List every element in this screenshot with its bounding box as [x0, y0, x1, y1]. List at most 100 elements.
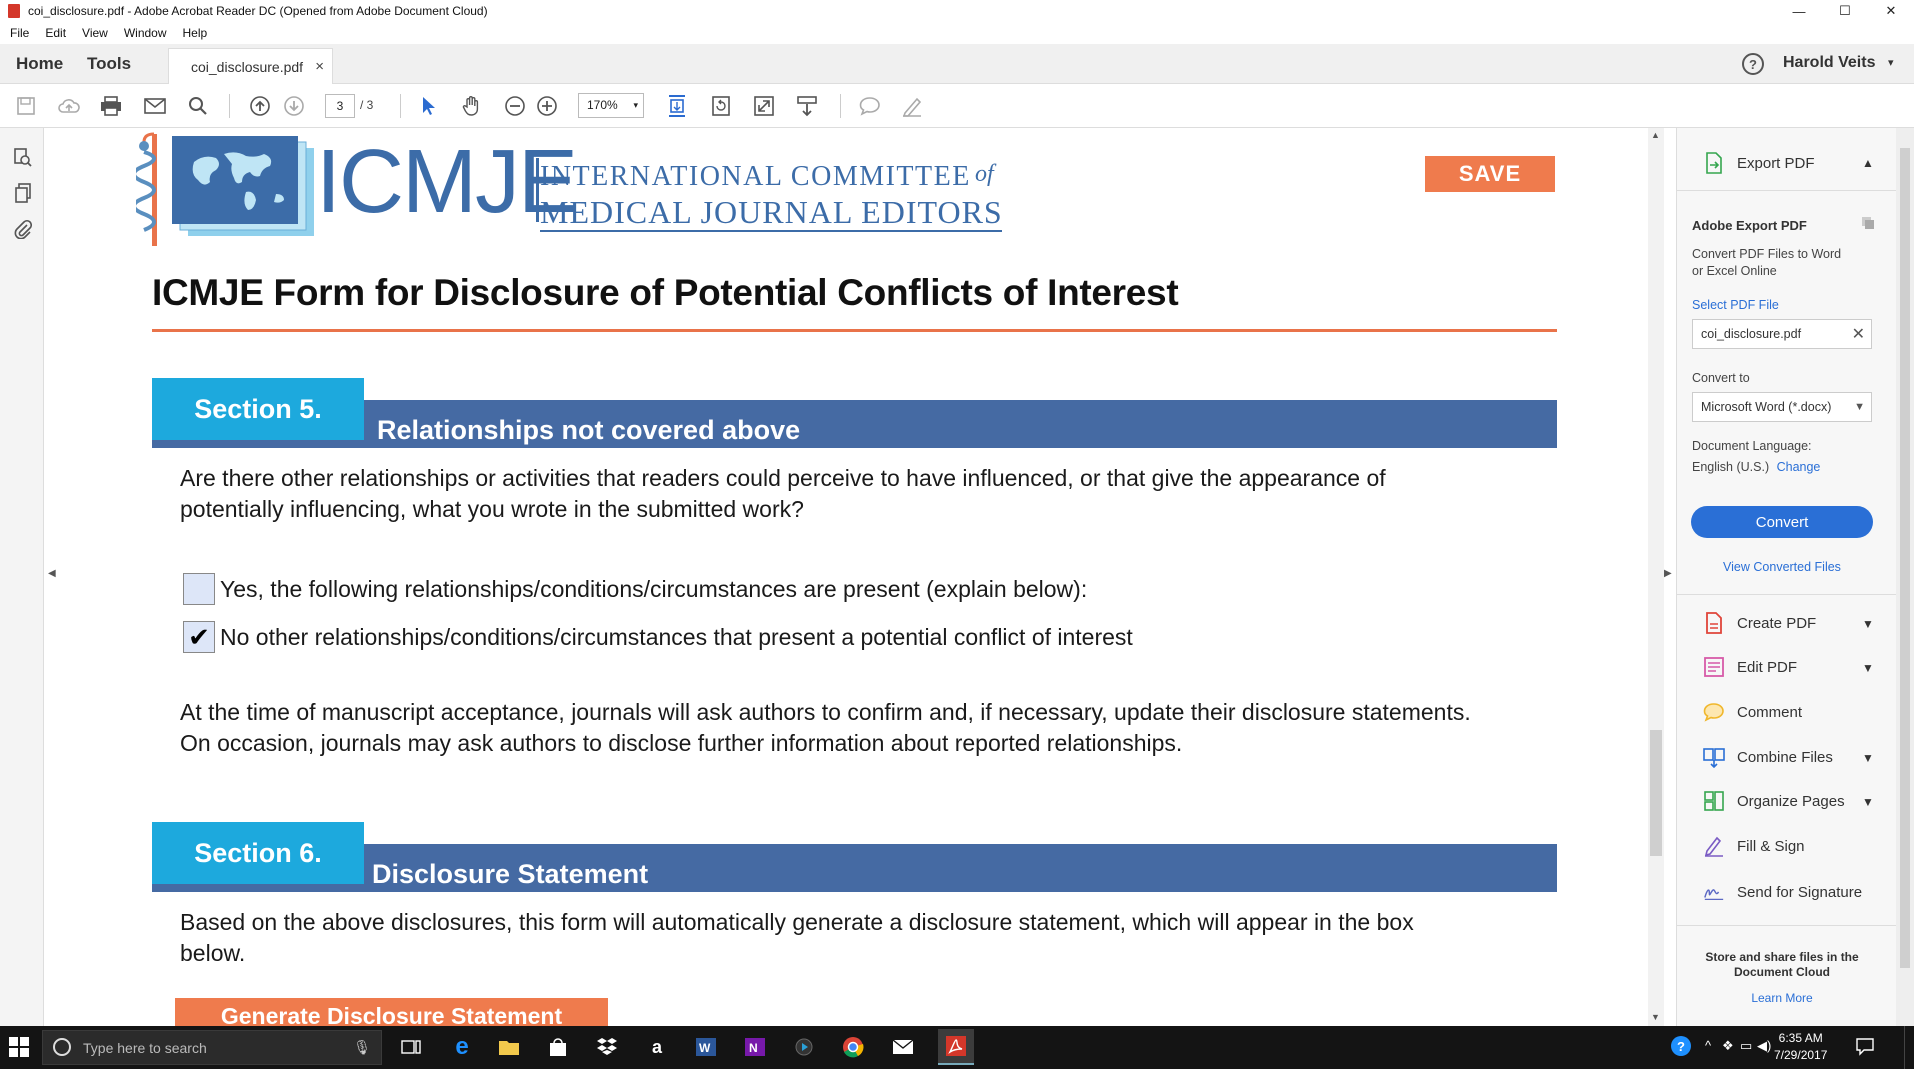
menu-file[interactable]: File: [10, 26, 29, 40]
next-page-icon[interactable]: [282, 94, 306, 118]
email-icon[interactable]: [143, 94, 167, 118]
acrobat-reader-icon[interactable]: [938, 1029, 974, 1065]
store-icon[interactable]: [545, 1034, 571, 1060]
save-file-icon[interactable]: [14, 94, 38, 118]
learn-more-link[interactable]: Learn More: [1677, 991, 1887, 1005]
task-view-icon[interactable]: [398, 1034, 424, 1060]
tool-organize-pages[interactable]: Organize Pages: [1703, 790, 1845, 812]
panel-scrollbar-thumb[interactable]: [1900, 148, 1910, 968]
expand-chevron-icon[interactable]: ▼: [1862, 751, 1874, 765]
scroll-up-icon[interactable]: ▲: [1651, 130, 1660, 140]
hand-tool-icon[interactable]: [460, 94, 484, 118]
microphone-icon[interactable]: 🎙: [353, 1039, 371, 1056]
show-desktop-button[interactable]: [1904, 1026, 1914, 1069]
tool-label: Comment: [1737, 703, 1803, 721]
collapse-chevron-icon[interactable]: ▲: [1862, 156, 1874, 170]
convert-to-select[interactable]: Microsoft Word (*.docx) ▼: [1692, 392, 1872, 422]
help-icon[interactable]: ?: [1742, 53, 1764, 75]
highlight-tool-icon[interactable]: [900, 94, 924, 118]
volume-icon[interactable]: ◀): [1757, 1038, 1771, 1054]
checkbox-yes[interactable]: [183, 573, 215, 605]
dropbox-icon[interactable]: [594, 1034, 620, 1060]
select-pdf-file-label[interactable]: Select PDF File: [1692, 298, 1779, 312]
section6-text: Based on the above disclosures, this for…: [180, 907, 1414, 969]
menu-view[interactable]: View: [82, 26, 108, 40]
taskbar-search-box[interactable]: Type here to search 🎙: [42, 1030, 382, 1065]
tool-comment[interactable]: Comment: [1703, 701, 1802, 723]
amazon-icon[interactable]: a: [644, 1034, 670, 1060]
print-icon[interactable]: [99, 94, 123, 118]
chrome-icon[interactable]: [840, 1034, 866, 1060]
tool-combine-files[interactable]: Combine Files: [1703, 746, 1833, 768]
checkbox-no[interactable]: ✔: [183, 621, 215, 653]
form-title: ICMJE Form for Disclosure of Potential C…: [152, 272, 1179, 313]
tab-tools[interactable]: Tools: [87, 54, 131, 74]
change-language-link[interactable]: Change: [1777, 460, 1821, 474]
onenote-icon[interactable]: N: [742, 1034, 768, 1060]
tab-document[interactable]: coi_disclosure.pdf ×: [168, 48, 333, 84]
zoom-in-icon[interactable]: [535, 94, 559, 118]
export-pdf-header[interactable]: Export PDF: [1703, 152, 1815, 174]
expand-chevron-icon[interactable]: ▼: [1862, 661, 1874, 675]
comment-tool-icon[interactable]: [858, 94, 882, 118]
menu-edit[interactable]: Edit: [45, 26, 66, 40]
previous-page-icon[interactable]: [248, 94, 272, 118]
maximize-button[interactable]: ☐: [1822, 0, 1868, 22]
system-clock[interactable]: 6:35 AM 7/29/2017: [1774, 1030, 1827, 1064]
word-icon[interactable]: W: [693, 1034, 719, 1060]
tool-send-for-signature[interactable]: Send for Signature: [1703, 881, 1862, 903]
cloud-upload-icon[interactable]: [57, 94, 81, 118]
taskbar-search-placeholder: Type here to search: [83, 1039, 207, 1056]
collapse-left-panel-icon[interactable]: ◀: [48, 568, 56, 579]
close-button[interactable]: ✕: [1868, 0, 1914, 22]
search-icon[interactable]: [186, 94, 210, 118]
media-player-icon[interactable]: [791, 1034, 817, 1060]
scrollbar-thumb[interactable]: [1650, 730, 1662, 856]
minimize-button[interactable]: —: [1776, 0, 1822, 22]
read-mode-icon[interactable]: [795, 94, 819, 118]
page-thumbnails-icon[interactable]: [12, 146, 34, 168]
document-scrollbar[interactable]: ▲ ▼: [1648, 128, 1664, 1026]
view-converted-files-link[interactable]: View Converted Files: [1677, 560, 1887, 574]
menu-help[interactable]: Help: [183, 26, 208, 40]
edge-icon[interactable]: e: [449, 1033, 475, 1060]
panel-scrollbar[interactable]: [1896, 128, 1914, 1026]
tool-edit-pdf[interactable]: Edit PDF: [1703, 656, 1797, 678]
zoom-out-icon[interactable]: [503, 94, 527, 118]
tool-create-pdf[interactable]: Create PDF: [1703, 612, 1816, 634]
scroll-down-icon[interactable]: ▼: [1651, 1012, 1660, 1022]
expand-chevron-icon[interactable]: ▼: [1862, 617, 1874, 631]
pages-icon[interactable]: [12, 182, 34, 204]
tool-fill-sign[interactable]: Fill & Sign: [1703, 835, 1805, 857]
show-hidden-icons-icon[interactable]: ^: [1705, 1038, 1711, 1053]
document-viewport[interactable]: ICMJE INTERNATIONAL COMMITTEE of MEDICAL…: [60, 128, 1648, 1026]
menu-window[interactable]: Window: [124, 26, 167, 40]
attachments-icon[interactable]: [12, 218, 34, 240]
mail-icon[interactable]: [890, 1034, 916, 1060]
convert-button[interactable]: Convert: [1691, 506, 1873, 538]
close-tab-icon[interactable]: ×: [315, 58, 324, 75]
selected-file-field[interactable]: coi_disclosure.pdf ✕: [1692, 319, 1872, 349]
windows-start-icon[interactable]: [8, 1036, 30, 1058]
select-tool-icon[interactable]: [417, 94, 441, 118]
user-name[interactable]: Harold Veits: [1783, 54, 1875, 72]
clear-file-icon[interactable]: ✕: [1852, 324, 1865, 344]
section6-heading: Disclosure Statement: [372, 858, 649, 889]
collapse-right-panel-icon[interactable]: ▶: [1664, 568, 1672, 579]
generate-disclosure-button[interactable]: Generate Disclosure Statement: [175, 998, 608, 1026]
page-number-input[interactable]: 3: [325, 94, 355, 118]
rotate-icon[interactable]: [709, 94, 733, 118]
save-button[interactable]: SAVE: [1425, 156, 1555, 192]
full-screen-icon[interactable]: [752, 94, 776, 118]
network-icon[interactable]: ▭: [1740, 1038, 1752, 1054]
expand-chevron-icon[interactable]: ▼: [1862, 795, 1874, 809]
user-menu-caret-icon[interactable]: ▾: [1888, 56, 1894, 69]
zoom-select[interactable]: 170% ▾: [578, 93, 644, 118]
tab-home[interactable]: Home: [16, 54, 63, 74]
copy-icon[interactable]: [1861, 216, 1875, 233]
help-tray-icon[interactable]: ?: [1670, 1035, 1692, 1060]
dropbox-tray-icon[interactable]: ❖: [1722, 1038, 1734, 1054]
fit-page-icon[interactable]: [665, 94, 689, 118]
action-center-icon[interactable]: [1855, 1036, 1875, 1059]
file-explorer-icon[interactable]: [496, 1034, 522, 1060]
